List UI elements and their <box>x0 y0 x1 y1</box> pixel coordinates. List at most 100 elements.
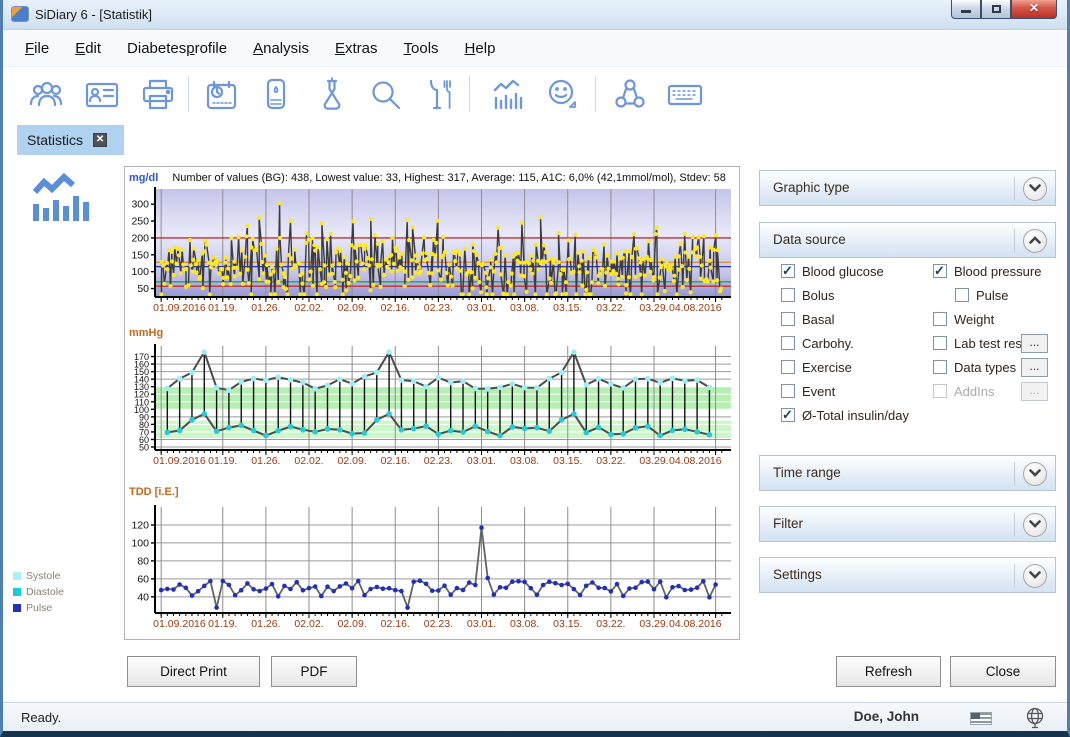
menu-tools[interactable]: Tools <box>404 40 439 57</box>
tab-close-button[interactable]: ✕ <box>93 133 107 147</box>
bp-unit-label: mmHg <box>129 327 163 339</box>
bg-plot: 5010015020025030001.09.201601.19.01.26.0… <box>125 187 739 321</box>
menu-edit[interactable]: Edit <box>75 40 101 57</box>
svg-text:02.16.: 02.16. <box>381 618 410 630</box>
section-time-range[interactable]: Time range <box>759 455 1056 491</box>
chevron-down-icon[interactable] <box>1023 177 1047 201</box>
svg-text:03.08.: 03.08. <box>510 455 539 467</box>
svg-text:100: 100 <box>131 537 149 549</box>
section-settings[interactable]: Settings <box>759 557 1056 593</box>
device-icon[interactable] <box>257 76 295 114</box>
section-graphic-type[interactable]: Graphic type <box>759 170 1056 206</box>
svg-text:250: 250 <box>131 216 149 228</box>
window-title: SiDiary 6 - [Statistik] <box>35 7 152 22</box>
checkbox-icon[interactable] <box>933 360 947 374</box>
checkbox-icon[interactable] <box>781 360 795 374</box>
svg-text:02.23.: 02.23. <box>424 618 453 630</box>
chevron-up-icon[interactable] <box>1023 229 1047 253</box>
checkbox-icon[interactable] <box>933 312 947 326</box>
checkbox-pulse[interactable]: Pulse <box>955 286 1009 304</box>
toolbar: Tell a friend > <box>3 68 1067 124</box>
menu-help[interactable]: Help <box>465 40 496 57</box>
checkbox-icon[interactable] <box>781 312 795 326</box>
svg-text:01.09.2016: 01.09.2016 <box>153 455 206 467</box>
section-filter[interactable]: Filter <box>759 506 1056 542</box>
checkbox-bolus[interactable]: Bolus <box>781 286 835 304</box>
schedule-icon[interactable] <box>203 76 241 114</box>
direct-print-button[interactable]: Direct Print <box>127 656 260 687</box>
menu-analysis[interactable]: Analysis <box>253 40 309 57</box>
svg-text:03.29.: 03.29. <box>639 455 668 467</box>
patients-icon[interactable] <box>27 76 65 114</box>
close-button[interactable]: Close <box>950 656 1056 687</box>
refresh-button[interactable]: Refresh <box>836 656 941 687</box>
checkbox-icon[interactable] <box>781 288 795 302</box>
diastole-swatch <box>13 588 21 596</box>
keyboard-icon[interactable] <box>666 76 704 114</box>
minimize-button[interactable] <box>951 0 981 19</box>
lab-test-more-button[interactable]: ... <box>1021 334 1048 353</box>
globe-icon[interactable] <box>1025 707 1045 734</box>
checkbox-lab-test-results[interactable]: Lab test resu <box>933 334 1029 352</box>
checkbox-data-types[interactable]: Data types <box>933 358 1016 376</box>
tab-statistics[interactable]: Statistics ✕ <box>17 125 124 155</box>
checkbox-blood-glucose[interactable]: Blood glucose <box>781 262 884 280</box>
checkbox-icon[interactable] <box>781 384 795 398</box>
svg-text:02.02.: 02.02. <box>294 302 323 314</box>
svg-text:02.02.: 02.02. <box>294 455 323 467</box>
search-icon[interactable] <box>367 76 405 114</box>
svg-text:60: 60 <box>137 573 149 585</box>
menu-diabetesprofile[interactable]: Diabetesprofile <box>127 40 227 57</box>
svg-text:01.26.: 01.26. <box>251 455 280 467</box>
close-window-button[interactable]: ✕ <box>1011 0 1057 19</box>
svg-text:02.23.: 02.23. <box>424 302 453 314</box>
contact-card-icon[interactable] <box>83 76 121 114</box>
section-data-source[interactable]: Data source <box>759 222 1056 258</box>
checkbox-carbohy[interactable]: Carbohy. <box>781 334 854 352</box>
toolbar-separator <box>188 76 189 112</box>
print-icon[interactable] <box>139 76 177 114</box>
chevron-down-icon[interactable] <box>1023 564 1047 588</box>
chevron-down-icon[interactable] <box>1023 462 1047 486</box>
svg-text:150: 150 <box>131 249 149 261</box>
language-flag-icon[interactable] <box>970 712 992 725</box>
chevron-down-icon[interactable] <box>1023 513 1047 537</box>
checkbox-icon[interactable] <box>781 408 795 422</box>
addins-more-button: ... <box>1021 382 1048 401</box>
checkbox-icon[interactable] <box>781 264 795 278</box>
checkbox-weight[interactable]: Weight <box>933 310 994 328</box>
bg-unit-label: mg/dl <box>129 172 158 184</box>
checkbox-event[interactable]: Event <box>781 382 835 400</box>
svg-text:40: 40 <box>137 591 149 603</box>
svg-text:03.01.: 03.01. <box>467 618 496 630</box>
menu-extras[interactable]: Extras <box>335 40 378 57</box>
svg-text:02.09.: 02.09. <box>338 618 367 630</box>
pdf-button[interactable]: PDF <box>271 656 357 687</box>
share-icon[interactable] <box>611 76 649 114</box>
checkbox-icon[interactable] <box>933 336 947 350</box>
data-types-more-button[interactable]: ... <box>1021 358 1048 377</box>
checkbox-icon[interactable] <box>933 264 947 278</box>
lab-flask-icon[interactable] <box>313 76 351 114</box>
svg-text:01.26.: 01.26. <box>251 302 280 314</box>
checkbox-basal[interactable]: Basal <box>781 310 835 328</box>
menu-file[interactable]: File <box>25 40 49 57</box>
checkbox-exercise[interactable]: Exercise <box>781 358 852 376</box>
svg-text:02.16.: 02.16. <box>381 455 410 467</box>
checkbox-icon <box>933 384 947 398</box>
statistics-icon[interactable] <box>489 76 527 114</box>
app-icon <box>11 6 29 22</box>
maximize-button[interactable] <box>981 0 1011 19</box>
status-bar: Ready. Doe, John <box>3 702 1067 731</box>
checkbox-total-insulin[interactable]: Ø-Total insulin/day <box>781 406 909 424</box>
data-source-body: Blood glucose Bolus Basal Carbohy. Exerc… <box>759 258 1056 454</box>
wellbeing-icon[interactable] <box>544 76 582 114</box>
checkbox-icon[interactable] <box>955 288 969 302</box>
checkbox-blood-pressure[interactable]: Blood pressure <box>933 262 1041 280</box>
bg-stats-text: Number of values (BG): 438, Lowest value… <box>172 172 726 184</box>
tab-strip: Statistics ✕ <box>3 124 1067 155</box>
nutrition-icon[interactable] <box>421 76 459 114</box>
svg-text:03.15.: 03.15. <box>553 302 582 314</box>
svg-text:02.16.: 02.16. <box>381 302 410 314</box>
checkbox-icon[interactable] <box>781 336 795 350</box>
